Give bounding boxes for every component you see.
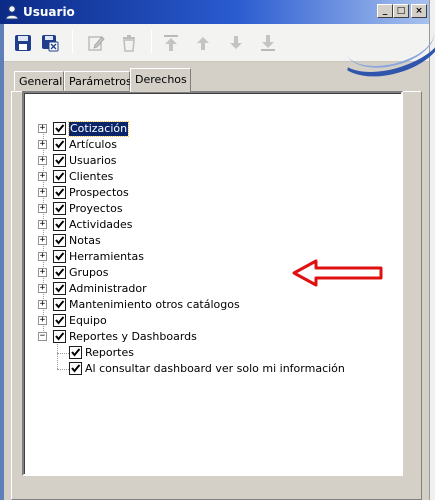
- tree-node-label: Prospectos: [69, 186, 129, 199]
- expand-icon[interactable]: +: [38, 204, 47, 213]
- window-title: Usuario: [23, 5, 75, 19]
- tree-node-label: Reportes y Dashboards: [69, 330, 197, 343]
- save-close-icon[interactable]: [41, 34, 59, 52]
- tree-node[interactable]: + Proyectos: [24, 201, 394, 217]
- tree-node[interactable]: + Prospectos: [24, 185, 394, 201]
- expand-icon[interactable]: +: [38, 140, 47, 149]
- tab-derechos[interactable]: Derechos: [130, 68, 191, 92]
- expand-icon[interactable]: +: [38, 172, 47, 181]
- tree-node-label: Usuarios: [69, 154, 117, 167]
- tree-node[interactable]: − Reportes y Dashboards: [24, 329, 394, 345]
- tree-node-label: Grupos: [69, 266, 109, 279]
- tree-node-label: Proyectos: [69, 202, 123, 215]
- red-arrow-annotation: [292, 259, 383, 287]
- tree-node[interactable]: + Equipo: [24, 313, 394, 329]
- checkbox[interactable]: [53, 330, 66, 343]
- tree-node-label: Artículos: [69, 138, 117, 151]
- tab-general[interactable]: General: [14, 71, 64, 91]
- tree-node[interactable]: + Cotización: [24, 121, 394, 137]
- expand-icon[interactable]: +: [38, 188, 47, 197]
- checkbox[interactable]: [53, 138, 66, 151]
- tree-node-label: Notas: [69, 234, 101, 247]
- delete-icon[interactable]: [120, 34, 138, 52]
- expand-icon[interactable]: +: [38, 300, 47, 309]
- expand-icon[interactable]: +: [38, 236, 47, 245]
- expand-icon[interactable]: +: [38, 284, 47, 293]
- expand-icon[interactable]: +: [38, 156, 47, 165]
- move-top-icon[interactable]: [162, 34, 180, 52]
- move-down-icon[interactable]: [227, 34, 245, 52]
- save-icon[interactable]: [14, 34, 32, 52]
- tree-node[interactable]: + Clientes: [24, 169, 394, 185]
- checkbox[interactable]: [53, 202, 66, 215]
- checkbox[interactable]: [53, 266, 66, 279]
- checkbox[interactable]: [53, 186, 66, 199]
- tree-node-label: Administrador: [69, 282, 147, 295]
- checkbox[interactable]: [69, 362, 82, 375]
- checkbox[interactable]: [53, 298, 66, 311]
- expand-icon[interactable]: +: [38, 252, 47, 261]
- tree-node-label: Equipo: [69, 314, 107, 327]
- tree-node[interactable]: + Usuarios: [24, 153, 394, 169]
- tree-child-node[interactable]: Al consultar dashboard ver solo mi infor…: [24, 361, 394, 377]
- tree-node-label: Clientes: [69, 170, 114, 183]
- tab-parametros[interactable]: Parámetros: [64, 71, 132, 91]
- checkbox[interactable]: [53, 250, 66, 263]
- collapse-icon[interactable]: −: [38, 332, 47, 341]
- move-bottom-icon[interactable]: [259, 34, 277, 52]
- checkbox[interactable]: [53, 122, 66, 135]
- checkbox[interactable]: [53, 234, 66, 247]
- tree-node[interactable]: + Notas: [24, 233, 394, 249]
- checkbox[interactable]: [69, 346, 82, 359]
- expand-icon[interactable]: +: [38, 316, 47, 325]
- tree-node[interactable]: + Artículos: [24, 137, 394, 153]
- tree-node-label: Al consultar dashboard ver solo mi infor…: [85, 362, 345, 375]
- checkbox[interactable]: [53, 154, 66, 167]
- desktop-edge-right: [429, 0, 435, 500]
- expand-icon[interactable]: +: [38, 220, 47, 229]
- edit-icon[interactable]: [87, 34, 105, 52]
- toolbar-separator: [72, 30, 73, 54]
- move-up-icon[interactable]: [194, 34, 212, 52]
- tree-node-label: Actividades: [69, 218, 133, 231]
- expand-icon[interactable]: +: [38, 124, 47, 133]
- toolbar: [4, 0, 435, 88]
- tree-node-label: Herramientas: [69, 250, 144, 263]
- tree-node-label: Cotización: [67, 121, 130, 137]
- tree-node-label: Reportes: [85, 346, 134, 359]
- checkbox[interactable]: [53, 170, 66, 183]
- expand-icon[interactable]: +: [38, 268, 47, 277]
- tree-node-label: Mantenimiento otros catálogos: [69, 298, 240, 311]
- checkbox[interactable]: [53, 218, 66, 231]
- toolbar-separator: [151, 30, 152, 54]
- tree-line: [57, 344, 58, 369]
- user-icon: [4, 4, 20, 20]
- tree-node[interactable]: + Actividades: [24, 217, 394, 233]
- tree-node[interactable]: + Mantenimiento otros catálogos: [24, 297, 394, 313]
- checkbox[interactable]: [53, 282, 66, 295]
- tree-child-node[interactable]: Reportes: [24, 345, 394, 361]
- checkbox[interactable]: [53, 314, 66, 327]
